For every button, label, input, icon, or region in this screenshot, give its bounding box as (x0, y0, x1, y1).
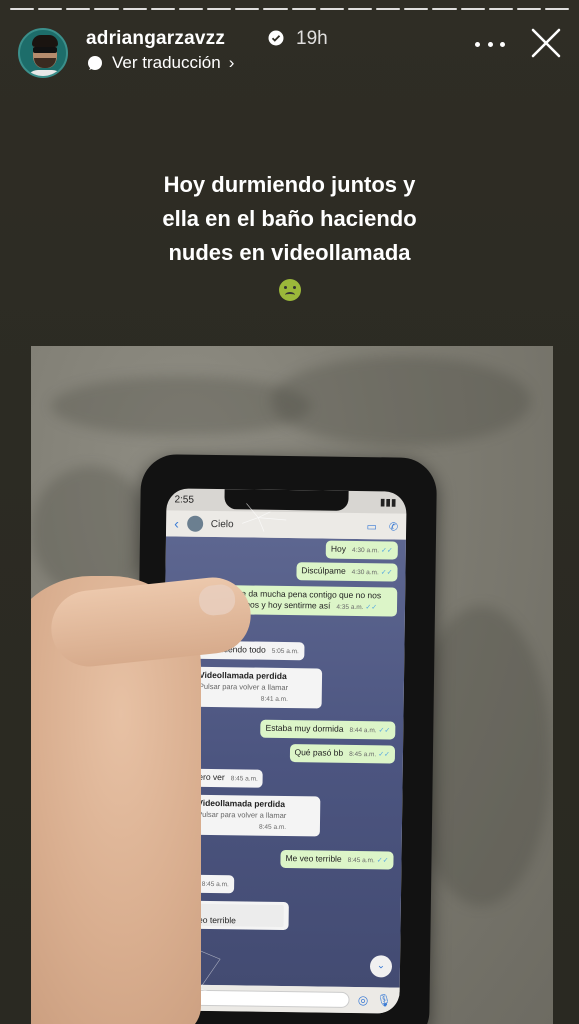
progress-segment (235, 8, 260, 10)
contact-name[interactable]: Cielo (211, 518, 234, 529)
message-time: 5:05 a.m. (271, 647, 299, 656)
progress-segment (66, 8, 91, 10)
call-subtitle: Pulsar para volver a llamar (198, 681, 289, 693)
message-time: 4:30 a.m. (351, 568, 379, 577)
story-viewer: adriangarzavzz 19h Ver traducción › Hoy … (0, 0, 579, 1024)
scroll-down-icon[interactable]: ⌄ (369, 955, 393, 978)
message-time: 8:45 a.m. (258, 823, 287, 832)
back-arrow-icon[interactable]: ‹ (174, 515, 179, 531)
progress-segment (178, 8, 204, 10)
progress-segment (432, 8, 457, 10)
message-time: 8:44 a.m. (349, 726, 377, 735)
read-receipt-icon: ✓✓ (363, 604, 378, 612)
story-photo: 2:55 ▮▮▮ ‹ Cielo ▭ ✆ Hoy 4:30 a.m. ✓✓ Discú… (31, 346, 553, 1024)
translate-link[interactable]: Ver traducción › (86, 53, 234, 73)
message-time: 8:41 a.m. (260, 695, 288, 704)
progress-segment (319, 8, 344, 10)
chat-header: ‹ Cielo ▭ ✆ (165, 510, 407, 540)
read-receipt-icon: ✓✓ (374, 857, 389, 865)
close-icon[interactable] (529, 26, 563, 60)
message-bubble[interactable]: Qué pasó bb 8:45 a.m. ✓✓ (289, 744, 396, 764)
progress-segment (94, 8, 119, 10)
chevron-right-icon: › (228, 53, 235, 72)
translate-icon (88, 56, 102, 70)
caption-line: Hoy durmiendo juntos y (163, 172, 416, 197)
progress-segment (460, 8, 485, 10)
progress-segment (38, 8, 63, 10)
message-text: Me veo terrible (285, 853, 342, 864)
progress-segment (404, 8, 429, 10)
message-text: Estaba muy dormida (265, 722, 344, 734)
battery-icon: ▮▮▮ (379, 497, 397, 509)
message-bubble[interactable]: Estaba muy dormida 8:44 a.m. ✓✓ (260, 719, 396, 740)
video-call-icon[interactable]: ▭ (366, 520, 377, 533)
translate-label: Ver traducción (112, 53, 221, 72)
message-time: 4:30 a.m. (351, 546, 380, 555)
post-time: 19h (296, 28, 328, 49)
read-receipt-icon: ✓✓ (376, 751, 391, 759)
progress-segment (516, 8, 541, 10)
progress-segment (10, 8, 35, 10)
message-text: Hoy (330, 543, 347, 554)
message-time: 8:45 a.m. (230, 775, 258, 783)
progress-segment (291, 8, 316, 10)
more-options-button[interactable] (475, 34, 505, 54)
caption-line: nudes en videollamada (168, 240, 411, 265)
progress-segment (488, 8, 513, 10)
message-text: Discúlpame (301, 565, 346, 576)
story-progress-bar (10, 8, 570, 11)
message-bubble[interactable]: Hoy 4:30 a.m. ✓✓ (325, 540, 398, 560)
read-receipt-icon: ✓✓ (379, 547, 393, 555)
status-time: 2:55 (174, 494, 195, 506)
message-time: 4:35 a.m. (336, 603, 364, 612)
message-input[interactable] (182, 989, 350, 1008)
message-text: Qué pasó bb (294, 747, 344, 758)
progress-segment (150, 8, 175, 10)
contact-avatar[interactable] (186, 515, 203, 532)
progress-segment (544, 8, 570, 10)
verified-badge-icon (268, 30, 284, 46)
progress-segment (347, 8, 373, 10)
message-time: 8:45 a.m. (347, 856, 375, 865)
camera-icon[interactable]: ◎ (358, 993, 369, 1007)
progress-segment (263, 8, 288, 10)
nauseated-face-emoji-icon (278, 279, 301, 302)
message-bubble[interactable]: Discúlpame 4:30 a.m. ✓✓ (296, 562, 398, 582)
message-bubble[interactable]: Me veo terrible 8:45 a.m. ✓✓ (280, 849, 394, 870)
profile-avatar[interactable] (18, 28, 68, 78)
read-receipt-icon: ✓✓ (376, 727, 391, 735)
read-receipt-icon: ✓✓ (378, 569, 393, 577)
microphone-icon[interactable]: 🎙 (376, 993, 391, 1007)
progress-segment (376, 8, 401, 10)
progress-segment (207, 8, 232, 10)
progress-segment (122, 8, 147, 10)
phone-call-icon[interactable]: ✆ (389, 520, 398, 533)
message-time: 8:45 a.m. (201, 880, 229, 889)
story-caption: Hoy durmiendo juntos y ella en el baño h… (0, 168, 579, 304)
message-bubble[interactable]: Me da mucha pena contigo que no nos vemo… (228, 585, 398, 617)
message-time: 8:45 a.m. (349, 750, 377, 759)
username[interactable]: adriangarzavzz (86, 28, 225, 50)
call-subtitle: Pulsar para volver a llamar (197, 809, 287, 821)
story-header: adriangarzavzz 19h Ver traducción › (18, 24, 565, 78)
caption-line: ella en el baño haciendo (162, 206, 417, 231)
